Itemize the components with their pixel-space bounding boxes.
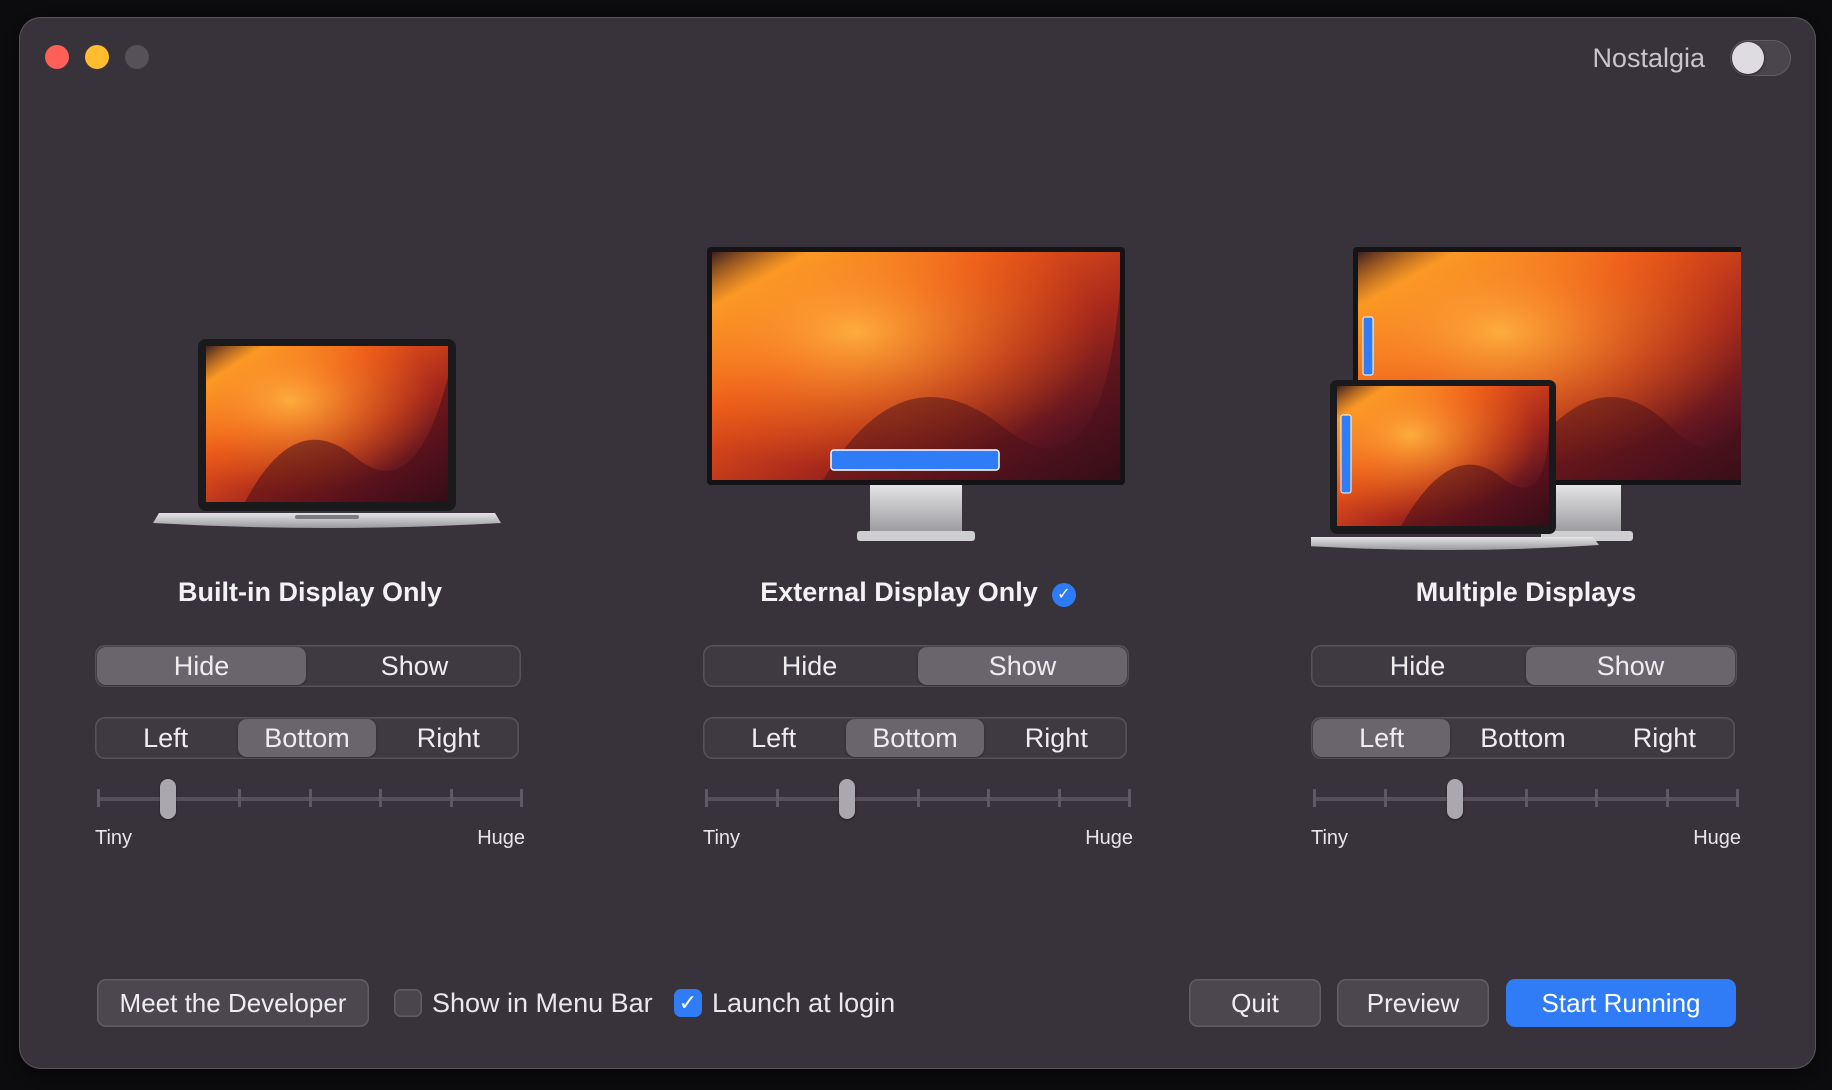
multiple-displays-column: Multiple Displays Hide Show Left Bottom … (1311, 227, 1741, 867)
column-title: Multiple Displays (1311, 577, 1741, 608)
slider-tick (1128, 789, 1131, 807)
slider-min-label: Tiny (703, 827, 741, 849)
slider-tick (705, 789, 708, 807)
slider-tick (379, 789, 382, 807)
show-segment[interactable]: Show (918, 647, 1127, 685)
show-segment[interactable]: Show (310, 647, 519, 685)
preview-button[interactable]: Preview (1337, 979, 1489, 1027)
slider-tick (1057, 789, 1061, 807)
nostalgia-toggle[interactable] (1730, 40, 1791, 76)
left-segment[interactable]: Left (705, 719, 842, 757)
slider-tick (520, 789, 523, 807)
show-in-menu-bar-checkbox[interactable] (394, 989, 422, 1017)
launch-at-login-checkbox[interactable]: ✓ (674, 989, 702, 1017)
slider-tick (1595, 789, 1598, 807)
column-title: Built-in Display Only (95, 577, 525, 608)
slider-tick (449, 789, 453, 807)
show-segment[interactable]: Show (1526, 647, 1735, 685)
position-segmented-control: Left Bottom Right (1311, 717, 1735, 759)
monitor-illustration[interactable] (703, 227, 1133, 567)
show-in-menu-bar-label: Show in Menu Bar (432, 988, 653, 1018)
zoom-window-button[interactable] (125, 45, 149, 69)
multi-display-illustration[interactable] (1311, 227, 1741, 567)
checkmark-icon: ✓ (678, 990, 698, 1015)
slider-knob[interactable] (1447, 779, 1463, 819)
quit-button[interactable]: Quit (1189, 979, 1321, 1027)
slider-max-label: Huge (1085, 827, 1133, 849)
checkmark-circle-icon: ✓ (1051, 583, 1076, 607)
slider-tick (1383, 789, 1387, 807)
slider-min-label: Tiny (1311, 827, 1349, 849)
slider-max-label: Huge (477, 827, 525, 849)
nostalgia-label: Nostalgia (1592, 43, 1705, 73)
toggle-knob (1732, 42, 1764, 74)
slider-tick (1665, 789, 1669, 807)
right-segment[interactable]: Right (988, 719, 1125, 757)
column-title-text: External Display Only (760, 577, 1038, 607)
size-slider[interactable] (703, 779, 1133, 819)
right-segment[interactable]: Right (380, 719, 517, 757)
bottom-segment[interactable]: Bottom (846, 719, 984, 757)
visibility-segmented-control: Hide Show (95, 645, 521, 687)
position-segmented-control: Left Bottom Right (95, 717, 519, 759)
left-segment[interactable]: Left (97, 719, 234, 757)
slider-tick (97, 789, 100, 807)
column-title: External Display Only ✓ (703, 577, 1133, 608)
slider-knob[interactable] (839, 779, 855, 819)
visibility-segmented-control: Hide Show (703, 645, 1129, 687)
meet-developer-button[interactable]: Meet the Developer (97, 979, 369, 1027)
slider-tick (775, 789, 779, 807)
slider-tick (1736, 789, 1739, 807)
slider-tick (916, 789, 920, 807)
column-title-text: Built-in Display Only (177, 577, 443, 607)
hide-segment[interactable]: Hide (1313, 647, 1522, 685)
laptop-illustration[interactable] (95, 227, 525, 567)
app-window: Nostalgia Built-in Display Only Hide Sho… (19, 17, 1816, 1069)
right-segment[interactable]: Right (1596, 719, 1733, 757)
external-display-column: External Display Only ✓ Hide Show Left Bo… (703, 227, 1133, 867)
builtin-display-column: Built-in Display Only Hide Show Left Bot… (95, 227, 525, 867)
bottom-segment[interactable]: Bottom (1454, 719, 1591, 757)
slider-max-label: Huge (1693, 827, 1741, 849)
start-running-button[interactable]: Start Running (1506, 979, 1736, 1027)
minimize-window-button[interactable] (85, 45, 109, 69)
left-segment[interactable]: Left (1313, 719, 1451, 757)
bottom-segment[interactable]: Bottom (238, 719, 376, 757)
column-title-text: Multiple Displays (1415, 577, 1637, 607)
slider-tick (1313, 789, 1316, 807)
slider-knob[interactable] (160, 779, 176, 819)
slider-tick (1524, 789, 1528, 807)
slider-tick (987, 789, 990, 807)
hide-segment[interactable]: Hide (705, 647, 914, 685)
hide-segment[interactable]: Hide (97, 647, 306, 685)
slider-min-label: Tiny (95, 827, 133, 849)
size-slider[interactable] (1311, 779, 1741, 819)
close-window-button[interactable] (45, 45, 69, 69)
slider-tick (308, 789, 312, 807)
size-slider[interactable] (95, 779, 525, 819)
position-segmented-control: Left Bottom Right (703, 717, 1127, 759)
visibility-segmented-control: Hide Show (1311, 645, 1737, 687)
slider-tick (238, 789, 241, 807)
launch-at-login-label: Launch at login (712, 988, 896, 1018)
